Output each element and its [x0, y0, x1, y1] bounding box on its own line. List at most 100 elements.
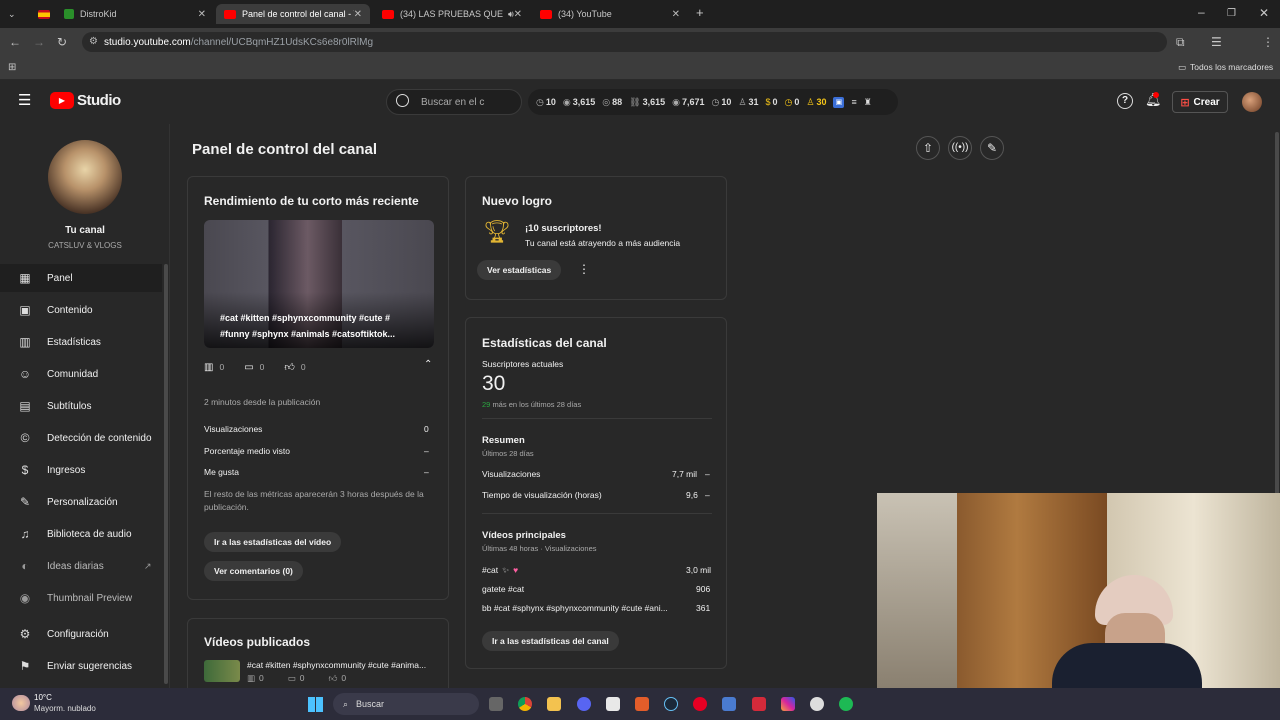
browser-menu-icon[interactable]: ⋮ — [1262, 36, 1274, 48]
close-window-icon[interactable]: ✕ — [1259, 7, 1269, 19]
top-videos-sub: Últimas 48 horas · Visualizaciones — [482, 544, 597, 553]
pinterest-icon[interactable] — [693, 697, 707, 711]
account-avatar[interactable] — [1242, 92, 1262, 112]
help-icon[interactable]: ? — [1117, 93, 1133, 109]
top-video-value: 906 — [696, 584, 711, 594]
top-video-row[interactable]: #cat ✨︎ ♥ — [482, 565, 518, 576]
sidebar-scrollbar[interactable] — [164, 264, 168, 684]
steam-icon[interactable] — [664, 697, 678, 711]
extensions-icon[interactable]: ⧉ — [1176, 36, 1185, 48]
all-bookmarks-button[interactable]: ▭ Todos los marcadores — [1178, 62, 1273, 73]
published-video-stats: ▥ 0 ▭ 0 👍︎ 0 — [247, 673, 347, 683]
close-tab-icon[interactable]: ✕ — [198, 9, 206, 20]
published-videos-card: Vídeos publicados #cat #kitten #sphynxco… — [187, 618, 449, 698]
stat-item: $0 — [765, 97, 778, 107]
sidebar-item-estadisticas[interactable]: ▥ Estadísticas — [0, 328, 162, 356]
studio-logo[interactable]: ▶ Studio — [50, 92, 121, 109]
like-icon: 👍︎ — [328, 673, 338, 683]
taskbar-search[interactable]: ⌕ Buscar — [333, 693, 479, 715]
channel-search-input[interactable]: Buscar en el c — [386, 89, 522, 115]
tab-studio-dashboard[interactable]: Panel de control del canal - Yo ✕ — [216, 4, 370, 24]
back-icon[interactable]: ← — [9, 36, 21, 48]
go-live-icon[interactable]: ((•)) — [948, 136, 972, 160]
search-placeholder: Buscar en el c — [421, 96, 485, 108]
sidebar-item-enviar-sugerencias[interactable]: ⚑ Enviar sugerencias — [0, 652, 162, 680]
apps-grid-icon[interactable]: ⊞ — [8, 62, 16, 74]
restore-icon[interactable]: ❐ — [1227, 8, 1236, 20]
sidebar-item-personalizacion[interactable]: ✎ Personalización — [0, 488, 162, 516]
forward-icon[interactable]: → — [33, 36, 45, 48]
sidebar-item-ingresos[interactable]: $ Ingresos — [0, 456, 162, 484]
view-comments-button[interactable]: Ver comentarios (0) — [204, 561, 303, 581]
sidebar-item-comunidad[interactable]: ☺ Comunidad — [0, 360, 162, 388]
metric-label: Visualizaciones — [204, 424, 263, 434]
discord-icon[interactable] — [577, 697, 591, 711]
metric-value: – — [424, 467, 429, 477]
view-stats-button[interactable]: Ver estadísticas — [477, 260, 562, 280]
upload-icon[interactable]: ⇧ — [916, 136, 940, 160]
hamburger-menu-icon[interactable]: ☰ — [18, 93, 31, 108]
video-thumbnail[interactable] — [204, 660, 240, 682]
sidebar-item-contenido[interactable]: ▣ Contenido — [0, 296, 162, 324]
chatgpt-icon[interactable] — [810, 697, 824, 711]
tab-video[interactable]: (34) LAS PRUEBAS QUE HA 🔊︎ ✕ — [374, 4, 530, 24]
weather-icon[interactable] — [12, 695, 30, 711]
top-video-row[interactable]: bb #cat #sphynx #sphynxcommunity #cute #… — [482, 603, 682, 613]
task-view-icon[interactable] — [489, 697, 503, 711]
heart-icon: ♥ — [513, 565, 519, 575]
top-video-row[interactable]: gatete #cat — [482, 584, 524, 594]
webcam-wall — [877, 493, 967, 688]
chrome-icon[interactable] — [518, 697, 532, 711]
weather-desc[interactable]: Mayorm. nublado — [34, 704, 96, 713]
short-thumbnail[interactable]: #cat #kitten #sphynxcommunity #cute # #f… — [204, 220, 434, 348]
video-app-icon[interactable] — [606, 697, 620, 711]
minimize-icon[interactable]: – — [1198, 6, 1205, 18]
more-options-icon[interactable]: ⋮ — [578, 262, 590, 276]
media-app-icon[interactable] — [635, 697, 649, 711]
site-info-icon[interactable]: ⚙ — [89, 36, 98, 47]
app-red-icon[interactable] — [752, 697, 766, 711]
community-icon: ☺ — [18, 367, 32, 381]
create-post-icon[interactable]: ✎ — [980, 136, 1004, 160]
published-video-title[interactable]: #cat #kitten #sphynxcommunity #cute #ani… — [247, 660, 426, 670]
close-tab-icon[interactable]: ✕ — [354, 9, 362, 20]
list-icon[interactable]: ≡ — [851, 97, 856, 107]
tab-distrokid[interactable]: DistroKid ✕ — [56, 4, 214, 24]
spotify-icon[interactable] — [839, 697, 853, 711]
sidebar-item-panel[interactable]: ▦ Panel — [0, 264, 162, 292]
media-control-icon[interactable]: ☰ — [1211, 36, 1222, 48]
sidebar-item-subtitulos[interactable]: ▤ Subtítulos — [0, 392, 162, 420]
search-icon — [396, 94, 409, 107]
calculator-icon[interactable] — [722, 697, 736, 711]
extension-stats-bar[interactable]: ◷ 10 ◉ 3,615 ◎ 88 ⛓ 3,615 ◉ 7,671 ◷ 10 ♙ 31 $0 … — [528, 89, 898, 115]
new-tab-icon[interactable]: + — [696, 6, 704, 19]
file-explorer-icon[interactable] — [547, 697, 561, 711]
stat-item: ♙ 31 — [738, 96, 759, 107]
sidebar-item-thumbnail-preview[interactable]: ◉ Thumbnail Preview — [0, 584, 162, 612]
sidebar-item-biblioteca-audio[interactable]: ♫ Biblioteca de audio — [0, 520, 162, 548]
channel-avatar[interactable] — [48, 140, 122, 214]
url-field[interactable]: ⚙ studio.youtube.com/channel/UCBqmHZ1Uds… — [82, 32, 1167, 52]
weather-temp[interactable]: 10°C — [34, 693, 52, 702]
extension-badge-icon[interactable]: ▣ — [833, 96, 845, 108]
short-engagement-row: ▥ 0 ▭ 0 👍︎ 0 — [204, 361, 306, 374]
tab-youtube[interactable]: (34) YouTube ✕ — [532, 4, 688, 24]
reload-icon[interactable]: ↻ — [57, 36, 67, 48]
video-stats-button[interactable]: Ir a las estadísticas del vídeo — [204, 532, 342, 552]
sidebar-item-ideas-diarias[interactable]: ◐ Ideas diarias ↗ — [0, 552, 162, 580]
collapse-icon[interactable]: ⌃ — [424, 359, 432, 370]
summary-label: Tiempo de visualización (horas) — [482, 490, 602, 500]
latest-short-card: Rendimiento de tu corto más reciente #ca… — [187, 176, 449, 600]
channel-stats-button[interactable]: Ir a las estadísticas del canal — [482, 631, 619, 651]
trophy-outline-icon[interactable]: ♜ — [864, 97, 872, 108]
tab-search-icon[interactable]: ⌄ — [8, 8, 16, 20]
create-button[interactable]: ⊞ Crear — [1172, 91, 1228, 113]
instagram-icon[interactable] — [781, 697, 795, 711]
close-tab-icon[interactable]: ✕ — [514, 9, 522, 20]
sidebar-item-configuracion[interactable]: ⚙ Configuración — [0, 620, 162, 648]
stat-item: ◉ 7,671 — [672, 96, 705, 107]
close-tab-icon[interactable]: ✕ — [672, 9, 680, 20]
windows-start-icon[interactable] — [308, 697, 323, 712]
tab-flag[interactable] — [30, 4, 54, 24]
sidebar-item-deteccion[interactable]: © Detección de contenido — [0, 424, 162, 452]
